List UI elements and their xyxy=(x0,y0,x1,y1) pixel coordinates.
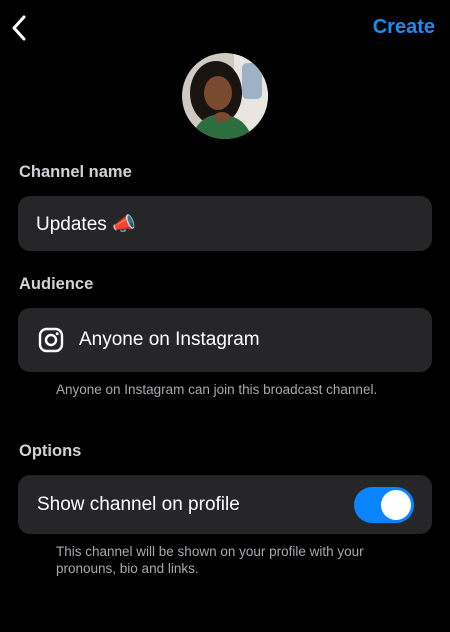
audience-selector[interactable]: Anyone on Instagram xyxy=(18,308,432,372)
options-helper-text: This channel will be shown on your profi… xyxy=(56,544,364,576)
show-on-profile-toggle[interactable] xyxy=(354,487,414,523)
back-button[interactable] xyxy=(8,13,30,43)
options-label: Options xyxy=(19,442,82,460)
create-button[interactable]: Create xyxy=(373,16,435,39)
channel-name-label: Channel name xyxy=(19,163,132,181)
show-on-profile-label: Show channel on profile xyxy=(37,493,240,515)
audience-label: Audience xyxy=(19,275,94,293)
instagram-icon xyxy=(38,327,64,353)
channel-name-field[interactable]: Updates 📣 xyxy=(18,196,432,251)
chevron-left-icon xyxy=(12,15,26,41)
audience-helper-text: Anyone on Instagram can join this broadc… xyxy=(56,382,378,397)
avatar[interactable] xyxy=(182,53,268,139)
channel-name-value: Updates 📣 xyxy=(36,213,136,235)
show-on-profile-row: Show channel on profile xyxy=(18,475,432,534)
audience-value: Anyone on Instagram xyxy=(79,329,260,350)
profile-photo xyxy=(182,53,268,139)
toggle-knob xyxy=(381,490,411,520)
